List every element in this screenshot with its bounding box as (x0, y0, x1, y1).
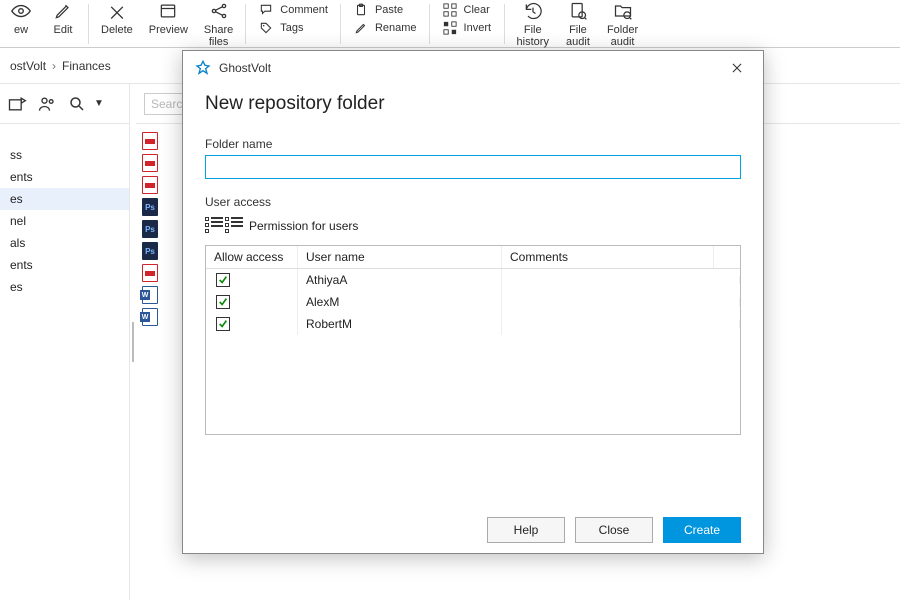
ribbon: ew Edit Delete Preview Share files Comme… (0, 0, 900, 48)
pdf-file-icon[interactable] (142, 264, 158, 282)
sidebar-list: ss ents es nel als ents es (0, 124, 129, 304)
word-file-icon[interactable] (142, 308, 158, 326)
sidebar-item[interactable]: nel (0, 210, 129, 232)
grid-row[interactable]: RobertM (206, 313, 740, 335)
rename-icon (353, 20, 369, 36)
dialog-body: New repository folder Folder name User a… (183, 85, 763, 505)
new-folder-dialog: GhostVolt New repository folder Folder n… (182, 50, 764, 554)
cell-comments (502, 320, 740, 328)
users-icon[interactable] (36, 93, 58, 115)
clear-button[interactable]: Clear (442, 2, 490, 18)
crumb-root[interactable]: ostVolt (10, 59, 46, 73)
sidebar: ▼ ss ents es nel als ents es (0, 84, 130, 600)
separator (504, 4, 505, 44)
comment-icon (258, 2, 274, 18)
cell-comments (502, 298, 740, 306)
word-file-icon[interactable] (142, 286, 158, 304)
delete-icon (106, 0, 128, 22)
view-button[interactable]: ew (0, 0, 42, 48)
edit-button[interactable]: Edit (42, 0, 84, 48)
folder-name-input[interactable] (205, 155, 741, 179)
close-dialog-button[interactable]: Close (575, 517, 653, 543)
folder-name-label: Folder name (205, 137, 741, 151)
delete-button[interactable]: Delete (93, 0, 141, 48)
photoshop-file-icon[interactable] (142, 220, 158, 238)
grid-header: Allow access User name Comments (206, 246, 740, 269)
separator (429, 4, 430, 44)
file-audit-icon (567, 0, 589, 22)
allow-checkbox[interactable] (216, 317, 230, 331)
chevron-right-icon: › (52, 59, 56, 73)
sidebar-item[interactable]: es (0, 188, 129, 210)
col-allow[interactable]: Allow access (206, 246, 298, 268)
share-icon (208, 0, 230, 22)
search-icon[interactable] (66, 93, 88, 115)
permission-label: Permission for users (249, 219, 358, 233)
dialog-app-name: GhostVolt (219, 61, 271, 75)
col-spacer (714, 246, 740, 268)
comment-tags-group: Comment Tags (250, 0, 336, 48)
tags-button[interactable]: Tags (258, 20, 303, 36)
invert-button[interactable]: Invert (442, 20, 492, 36)
paste-icon (353, 2, 369, 18)
history-icon (522, 0, 544, 22)
dialog-footer: Help Close Create (183, 505, 763, 553)
cell-user: AthiyaA (298, 269, 502, 291)
grid-invert-icon (442, 20, 458, 36)
chevron-down-icon[interactable]: ▼ (94, 98, 104, 109)
grid-clear-icon (442, 2, 458, 18)
pdf-file-icon[interactable] (142, 176, 158, 194)
cell-user: AlexM (298, 291, 502, 313)
share-small-icon[interactable] (6, 93, 28, 115)
edit-icon (52, 0, 74, 22)
separator (245, 4, 246, 44)
photoshop-file-icon[interactable] (142, 242, 158, 260)
permission-icon (205, 217, 239, 235)
col-user[interactable]: User name (298, 246, 502, 268)
permission-button[interactable]: Permission for users (205, 217, 741, 235)
grid-row[interactable]: AthiyaA (206, 269, 740, 291)
allow-checkbox[interactable] (216, 273, 230, 287)
sidebar-item[interactable]: als (0, 232, 129, 254)
view-icon (10, 0, 32, 22)
separator (340, 4, 341, 44)
sidebar-item[interactable]: es (0, 276, 129, 298)
sidebar-item[interactable]: ents (0, 254, 129, 276)
share-button[interactable]: Share files (196, 0, 241, 48)
pdf-file-icon[interactable] (142, 154, 158, 172)
allow-checkbox[interactable] (216, 295, 230, 309)
user-access-grid: Allow access User name Comments AthiyaA … (205, 245, 741, 435)
tags-icon (258, 20, 274, 36)
create-button[interactable]: Create (663, 517, 741, 543)
preview-icon (157, 0, 179, 22)
file-audit-button[interactable]: File audit (557, 0, 599, 48)
sidebar-item[interactable]: ents (0, 166, 129, 188)
paste-rename-group: Paste Rename (345, 0, 425, 48)
rename-button[interactable]: Rename (353, 20, 417, 36)
dialog-titlebar: GhostVolt (183, 51, 763, 85)
help-button[interactable]: Help (487, 517, 565, 543)
sidebar-item[interactable]: ss (0, 130, 129, 166)
separator (88, 4, 89, 44)
file-history-button[interactable]: File history (509, 0, 557, 48)
grid-row[interactable]: AlexM (206, 291, 740, 313)
close-button[interactable] (723, 54, 751, 82)
clear-invert-group: Clear Invert (434, 0, 500, 48)
dialog-title: New repository folder (205, 93, 741, 115)
cell-comments (502, 276, 740, 284)
ghostvolt-logo-icon (195, 60, 211, 76)
crumb-leaf[interactable]: Finances (62, 59, 111, 73)
folder-audit-icon (612, 0, 634, 22)
user-access-label: User access (205, 195, 741, 209)
photoshop-file-icon[interactable] (142, 198, 158, 216)
pdf-file-icon[interactable] (142, 132, 158, 150)
cell-user: RobertM (298, 313, 502, 335)
comment-button[interactable]: Comment (258, 2, 328, 18)
folder-audit-button[interactable]: Folder audit (599, 0, 646, 48)
preview-button[interactable]: Preview (141, 0, 196, 48)
col-comments[interactable]: Comments (502, 246, 714, 268)
sidebar-toolbar: ▼ (0, 84, 129, 124)
paste-button[interactable]: Paste (353, 2, 403, 18)
